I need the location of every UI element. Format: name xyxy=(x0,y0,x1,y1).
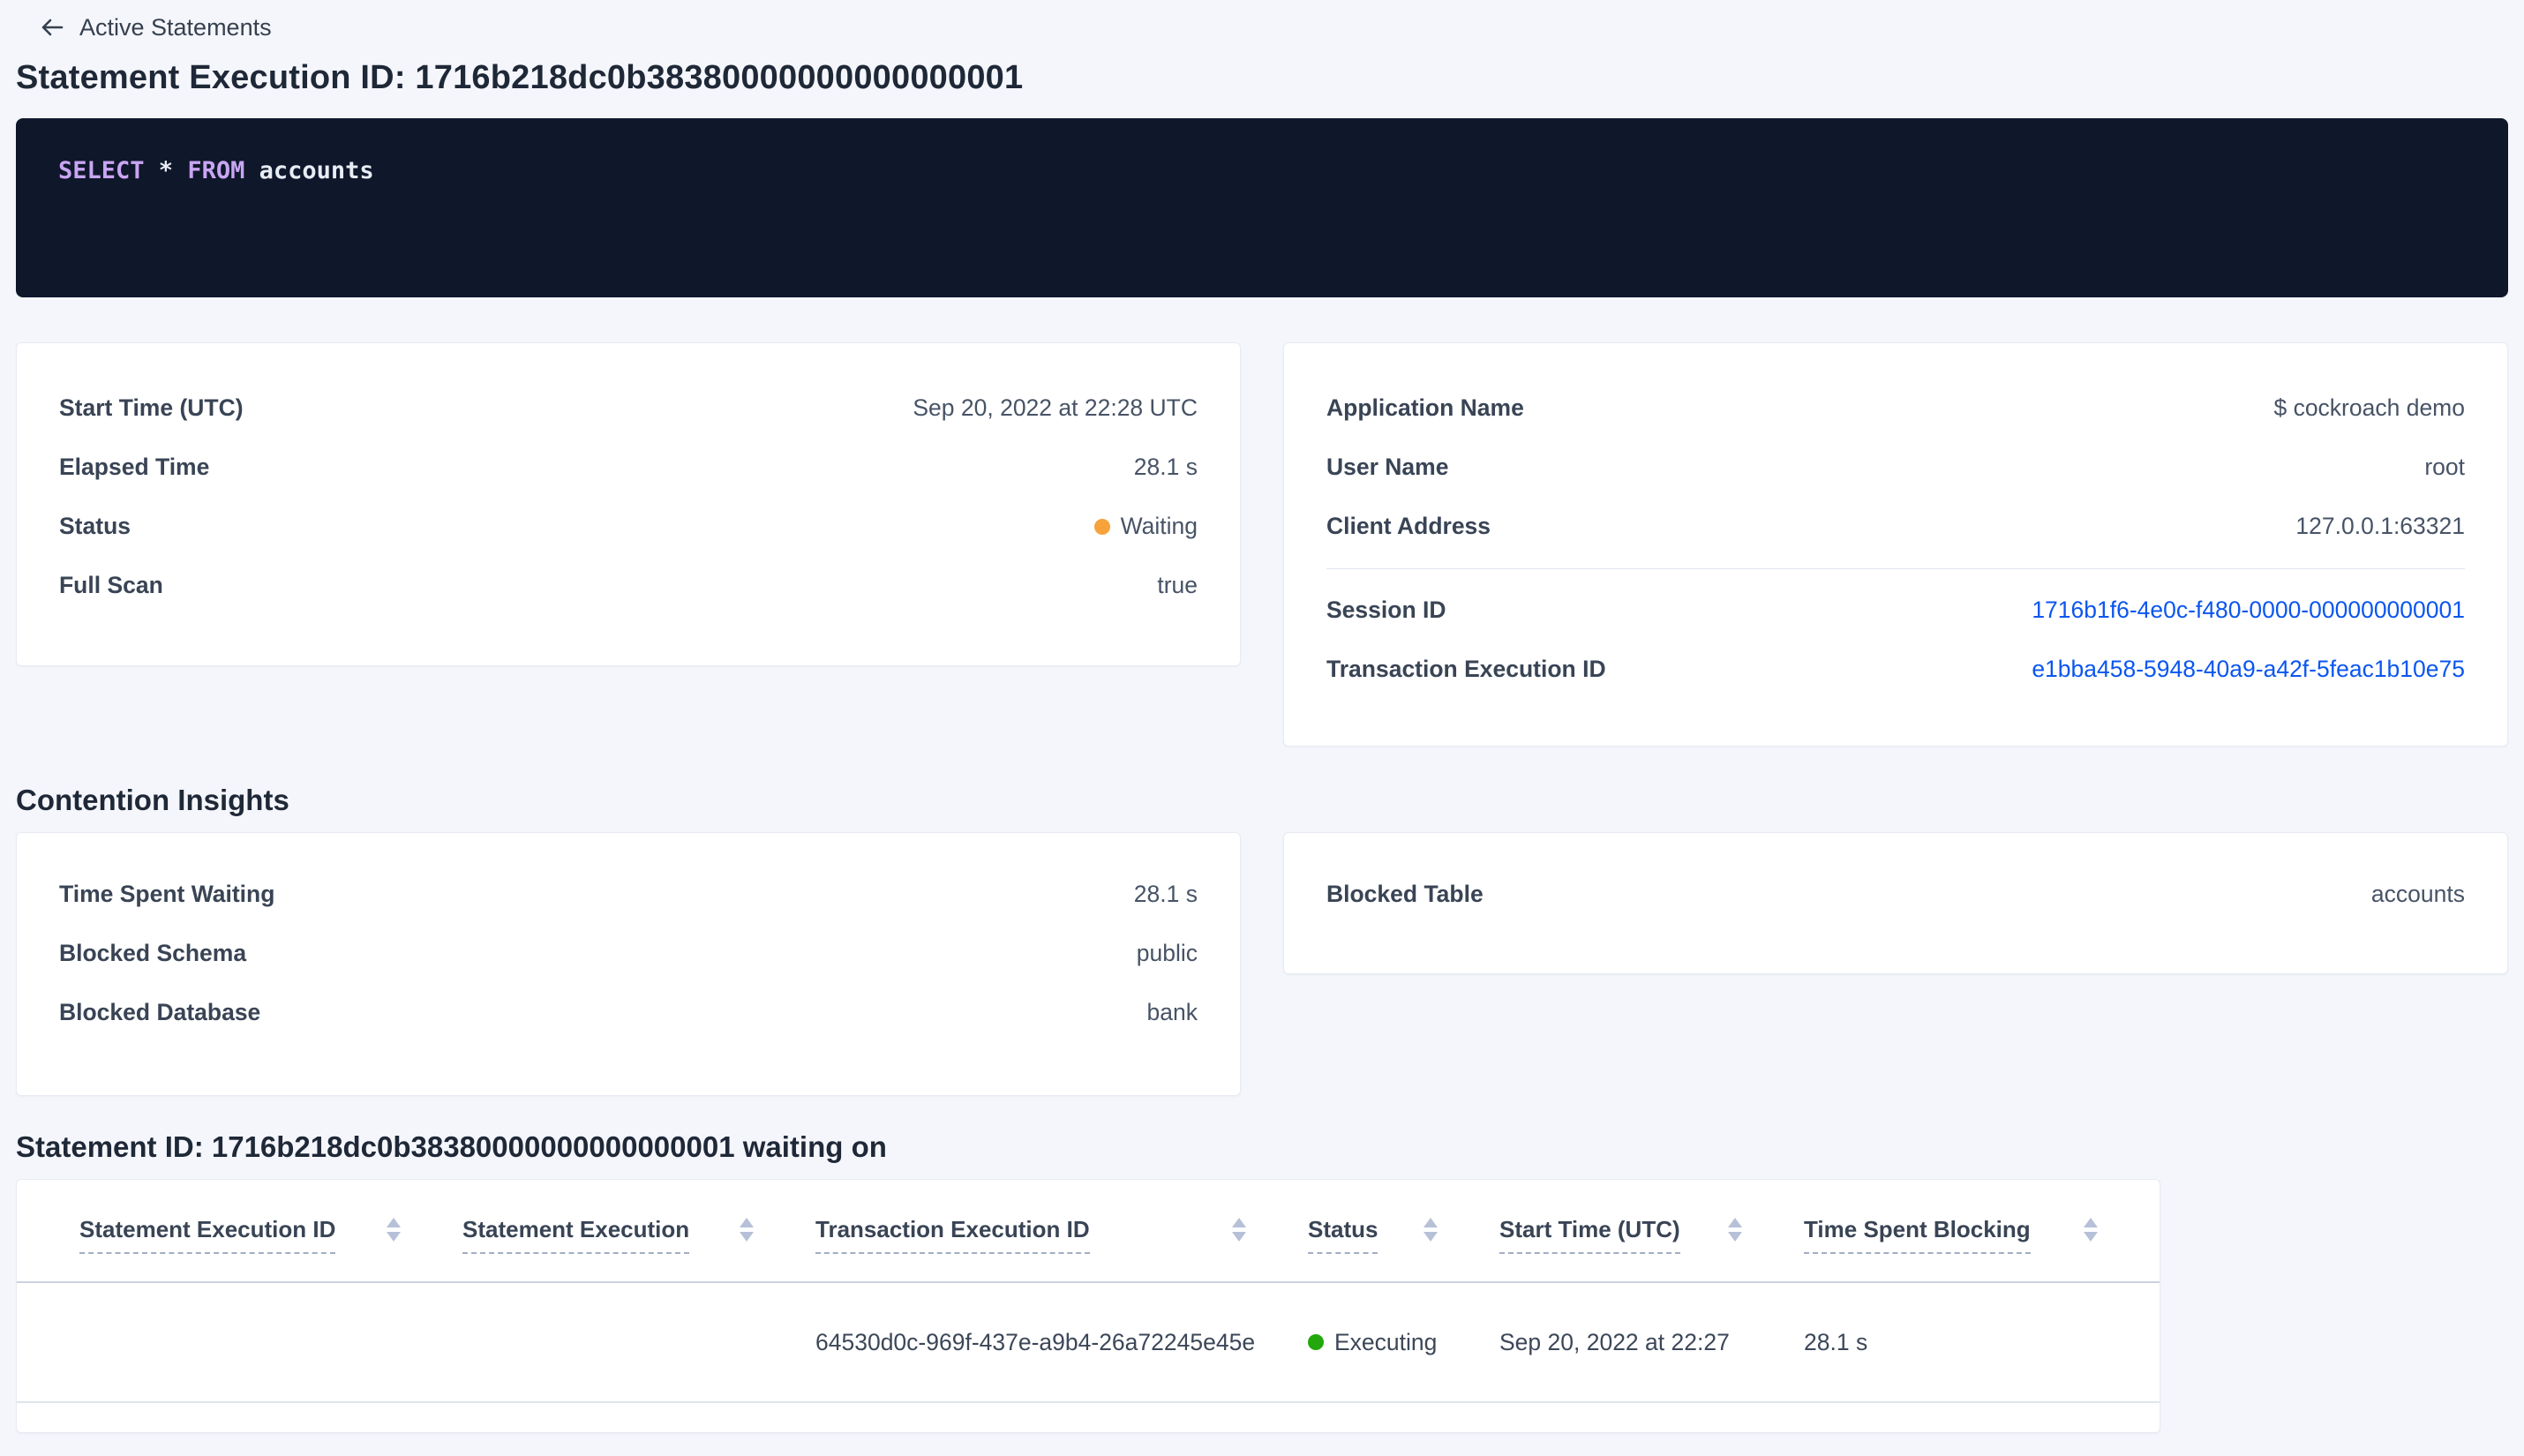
sql-statement-text: SELECT * FROM accounts xyxy=(58,155,2466,187)
waiting-on-table-card: Statement Execution ID Statement Executi… xyxy=(16,1179,2160,1433)
blocked-database-value: bank xyxy=(1146,999,1198,1025)
session-id-link[interactable]: 1716b1f6-4e0c-f480-0000-000000000001 xyxy=(2032,597,2465,624)
blocked-schema-label: Blocked Schema xyxy=(59,940,247,966)
session-id-label: Session ID xyxy=(1326,597,1446,623)
table-row: 64530d0c-969f-437e-a9b4-26a72245e45e Exe… xyxy=(17,1283,2160,1403)
column-header-label: Time Spent Blocking xyxy=(1804,1215,2031,1254)
application-name-label: Application Name xyxy=(1326,394,1524,421)
status-waiting-dot-icon xyxy=(1093,518,1110,535)
cell-transaction-execution-id: 64530d0c-969f-437e-a9b4-26a72245e45e xyxy=(815,1328,1256,1355)
elapsed-time-label: Elapsed Time xyxy=(59,454,210,480)
waiting-on-heading: Statement ID: 1716b218dc0b38380000000000… xyxy=(16,1130,887,1163)
contention-waiting-card: Time Spent Waiting 28.1 s Blocked Schema… xyxy=(16,832,1241,1096)
sql-plain: accounts xyxy=(244,157,374,184)
column-header-label: Status xyxy=(1308,1215,1378,1254)
transaction-execution-id-link[interactable]: e1bba458-5948-40a9-a42f-5feac1b10e75 xyxy=(2032,656,2465,683)
sort-arrows-icon xyxy=(740,1215,754,1242)
application-name-value: $ cockroach demo xyxy=(2273,394,2465,421)
blocked-schema-row: Blocked Schema public xyxy=(59,924,1198,983)
cell-time-spent-blocking: 28.1 s xyxy=(1804,1328,1868,1355)
column-header-label: Statement Execution ID xyxy=(79,1215,336,1254)
sql-keyword: SELECT xyxy=(58,157,145,184)
sql-keyword: FROM xyxy=(187,157,245,184)
status-text: Waiting xyxy=(1120,513,1198,539)
column-header-time-spent-blocking[interactable]: Time Spent Blocking xyxy=(1804,1215,2160,1254)
column-header-start-time[interactable]: Start Time (UTC) xyxy=(1499,1215,1804,1254)
sort-arrows-icon xyxy=(1728,1215,1742,1242)
status-executing-dot-icon xyxy=(1308,1334,1324,1350)
status-label: Status xyxy=(59,513,131,539)
elapsed-time-row: Elapsed Time 28.1 s xyxy=(59,438,1198,497)
arrow-left-icon xyxy=(39,15,65,40)
full-scan-label: Full Scan xyxy=(59,572,163,598)
page-title: Statement Execution ID: 1716b218dc0b3838… xyxy=(16,59,1024,96)
breadcrumb-back-active-statements[interactable]: Active Statements xyxy=(39,9,272,46)
breadcrumb-label: Active Statements xyxy=(79,13,272,41)
cell-status: Executing xyxy=(1308,1329,1499,1356)
full-scan-value: true xyxy=(1157,572,1198,598)
blocked-database-row: Blocked Database bank xyxy=(59,983,1198,1042)
column-header-statement-execution[interactable]: Statement Execution xyxy=(462,1215,815,1254)
start-time-value: Sep 20, 2022 at 22:28 UTC xyxy=(913,394,1198,421)
client-address-row: Client Address 127.0.0.1:63321 xyxy=(1326,497,2465,556)
contention-insights-heading: Contention Insights xyxy=(16,784,289,816)
blocked-table-label: Blocked Table xyxy=(1326,881,1484,907)
sql-statement-box: SELECT * FROM accounts xyxy=(16,118,2508,297)
time-spent-waiting-value: 28.1 s xyxy=(1133,881,1198,907)
sort-arrows-icon xyxy=(2084,1215,2098,1242)
blocked-table-row: Blocked Table accounts xyxy=(1326,865,2465,924)
status-row: Status Waiting xyxy=(59,497,1198,556)
sort-arrows-icon xyxy=(387,1215,401,1242)
column-header-statement-execution-id[interactable]: Statement Execution ID xyxy=(79,1215,462,1254)
sort-arrows-icon xyxy=(1424,1215,1438,1242)
start-time-row: Start Time (UTC) Sep 20, 2022 at 22:28 U… xyxy=(59,379,1198,438)
time-spent-waiting-row: Time Spent Waiting 28.1 s xyxy=(59,865,1198,924)
client-address-label: Client Address xyxy=(1326,513,1491,539)
details-cards-row: Start Time (UTC) Sep 20, 2022 at 22:28 U… xyxy=(16,342,2508,747)
elapsed-time-value: 28.1 s xyxy=(1133,454,1198,480)
cell-start-time: Sep 20, 2022 at 22:27 xyxy=(1499,1328,1730,1355)
column-header-label: Start Time (UTC) xyxy=(1499,1215,1680,1254)
overview-card: Start Time (UTC) Sep 20, 2022 at 22:28 U… xyxy=(16,342,1241,666)
status-value: Waiting xyxy=(1093,513,1198,540)
transaction-execution-id-row: Transaction Execution ID e1bba458-5948-4… xyxy=(1326,640,2465,699)
session-card-divider xyxy=(1326,568,2465,569)
time-spent-waiting-label: Time Spent Waiting xyxy=(59,881,275,907)
blocked-database-label: Blocked Database xyxy=(59,999,261,1025)
full-scan-row: Full Scan true xyxy=(59,556,1198,615)
blocked-table-value: accounts xyxy=(2370,881,2465,907)
column-header-transaction-execution-id[interactable]: Transaction Execution ID xyxy=(815,1215,1308,1254)
column-header-label: Transaction Execution ID xyxy=(815,1215,1090,1254)
sql-plain: * xyxy=(144,157,188,184)
transaction-execution-id-label: Transaction Execution ID xyxy=(1326,656,1606,682)
session-card: Application Name $ cockroach demo User N… xyxy=(1283,342,2508,747)
start-time-label: Start Time (UTC) xyxy=(59,394,244,421)
cell-status-text: Executing xyxy=(1334,1328,1438,1355)
session-id-row: Session ID 1716b1f6-4e0c-f480-0000-00000… xyxy=(1326,581,2465,640)
statement-execution-details-page: Active Statements Statement Execution ID… xyxy=(0,0,2524,1456)
blocked-schema-value: public xyxy=(1136,940,1198,966)
column-header-status[interactable]: Status xyxy=(1308,1215,1499,1254)
user-name-value: root xyxy=(2424,454,2465,480)
blocked-table-card: Blocked Table accounts xyxy=(1283,832,2508,974)
user-name-row: User Name root xyxy=(1326,438,2465,497)
sort-arrows-icon xyxy=(1232,1215,1246,1242)
user-name-label: User Name xyxy=(1326,454,1449,480)
application-name-row: Application Name $ cockroach demo xyxy=(1326,379,2465,438)
column-header-label: Statement Execution xyxy=(462,1215,690,1254)
waiting-table-header: Statement Execution ID Statement Executi… xyxy=(17,1180,2160,1283)
contention-cards-row: Time Spent Waiting 28.1 s Blocked Schema… xyxy=(16,832,2508,1096)
client-address-value: 127.0.0.1:63321 xyxy=(2295,513,2465,539)
